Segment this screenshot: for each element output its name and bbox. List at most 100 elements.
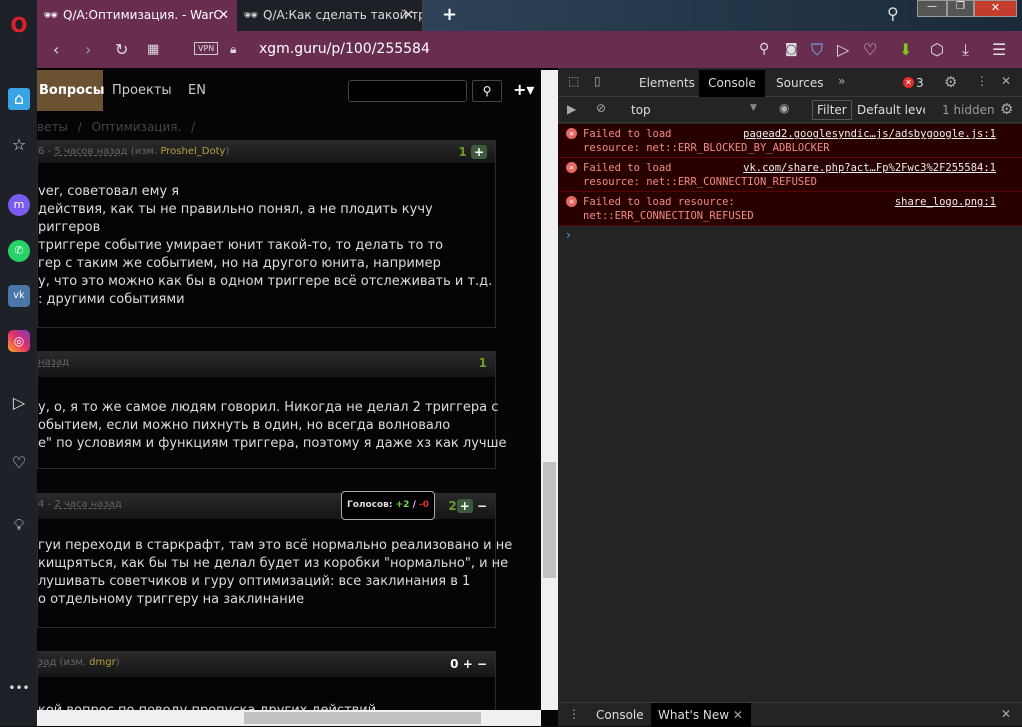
close-tab-icon[interactable]: ✕	[403, 0, 414, 31]
tab-active[interactable]: 🕶︎ Q/A:Оптимизация. - WarC ✕	[37, 0, 237, 31]
bookmarks-star-icon[interactable]: ☆	[8, 134, 30, 156]
zoom-icon[interactable]: ⚲	[759, 31, 769, 68]
heart-icon[interactable]: ♡	[8, 452, 30, 474]
post-body: гуи переходи в старкрафт, там это всё но…	[38, 538, 513, 607]
post-time[interactable]: назад	[38, 357, 69, 368]
scrollbar-thumb[interactable]	[244, 712, 481, 724]
tabs-grid-icon[interactable]: ▦	[147, 31, 159, 68]
search-button[interactable]: ⚲	[472, 80, 502, 102]
horizontal-scrollbar[interactable]	[37, 710, 541, 726]
new-tab-button[interactable]: +	[442, 4, 457, 25]
drawer-tab-console[interactable]: Console	[596, 708, 644, 722]
eye-icon[interactable]: ◉	[779, 101, 789, 115]
close-icon[interactable]: ✕	[733, 708, 743, 722]
home-icon[interactable]: ⌂	[8, 88, 30, 110]
downvote-button[interactable]: −	[477, 499, 487, 513]
drawer-tab-whats-new[interactable]: What's New ✕	[651, 703, 751, 727]
downvote-button[interactable]: −	[477, 657, 487, 671]
camera-icon[interactable]: ◙	[785, 31, 798, 68]
sidebar-toggle-icon[interactable]: ▶	[567, 102, 576, 116]
reload-icon[interactable]: ↻	[115, 31, 128, 68]
error-count[interactable]: 3	[916, 76, 924, 90]
lightbulb-icon[interactable]: 💡︎	[8, 514, 30, 536]
console-settings-icon[interactable]: ⚙	[1000, 100, 1013, 118]
more-tabs-button[interactable]: »	[838, 74, 845, 88]
messenger-icon[interactable]: m	[8, 194, 30, 216]
kebab-menu-icon[interactable]: ⋮	[976, 74, 988, 88]
log-level-select[interactable]: Default levels	[857, 103, 925, 117]
upvote-button[interactable]: +	[470, 145, 487, 159]
minimize-button[interactable]: —	[917, 0, 947, 17]
context-select[interactable]: top	[631, 103, 651, 117]
breadcrumb-item[interactable]: Оптимизация.	[92, 120, 182, 134]
post-body: ver, советовал ему я действия, как ты не…	[38, 184, 493, 307]
whatsapp-icon[interactable]: ✆	[8, 240, 30, 262]
scrollbar-thumb[interactable]	[543, 462, 556, 578]
vpn-badge[interactable]: VPN	[194, 42, 219, 55]
close-window-button[interactable]: ✕	[974, 0, 1017, 17]
back-icon[interactable]: ‹	[53, 31, 59, 68]
download-extension-icon[interactable]: ⬇	[899, 31, 912, 68]
devtools-toolbar: ⬚ ▯ Elements Console Sources » ✕ 3 ⚙ ⋮ ✕	[558, 68, 1022, 97]
downloads-icon[interactable]: ⤓	[962, 31, 969, 68]
tab-console[interactable]: Console	[699, 70, 765, 97]
console-prompt[interactable]: ›	[566, 228, 571, 242]
heart-icon[interactable]: ♡	[863, 31, 877, 68]
adblock-shield-icon[interactable]: ⛉	[811, 31, 823, 68]
tab[interactable]: 🕶︎ Q/A:Как сделать такой три ✕	[237, 0, 423, 31]
vertical-scrollbar[interactable]	[541, 70, 558, 710]
device-toggle-icon[interactable]: ▯	[594, 74, 601, 88]
cube-icon[interactable]: ⬡	[930, 31, 944, 68]
close-drawer-icon[interactable]: ✕	[1001, 707, 1011, 721]
error-icon: ✕	[566, 162, 577, 173]
chevron-down-icon[interactable]: ▼	[750, 103, 757, 113]
close-tab-icon[interactable]: ✕	[218, 0, 229, 31]
restore-button[interactable]: ❐	[947, 0, 974, 17]
clear-console-icon[interactable]: ⊘	[596, 101, 606, 115]
opera-logo-icon[interactable]: O	[8, 14, 30, 36]
forward-icon[interactable]: ›	[85, 31, 91, 68]
search-tabs-icon[interactable]: ⚲	[887, 4, 899, 23]
editor-link[interactable]: Proshel_Doty	[160, 146, 225, 157]
error-source-link[interactable]: share_logo.png:1	[895, 195, 996, 209]
url-field[interactable]: xgm.guru/p/100/255584	[259, 31, 430, 68]
add-menu-button[interactable]: +▾	[513, 80, 534, 99]
editor-link[interactable]: dmgr	[89, 657, 116, 668]
settings-sliders-icon[interactable]: ☰	[992, 31, 1006, 68]
vk-icon[interactable]: vk	[8, 285, 30, 307]
settings-gear-icon[interactable]: ⚙	[944, 73, 957, 91]
close-devtools-icon[interactable]: ✕	[1001, 74, 1011, 88]
nav-projects[interactable]: Проекты	[112, 70, 172, 111]
tab-elements[interactable]: Elements	[639, 76, 695, 90]
upvote-button[interactable]: +	[456, 499, 473, 513]
search-input[interactable]	[348, 80, 467, 102]
nav-language[interactable]: EN	[188, 70, 206, 111]
send-icon[interactable]: ▷	[8, 392, 30, 414]
post-header: зад (изм. dmgr) 0 + −	[38, 652, 495, 677]
instagram-icon[interactable]: ◎	[8, 330, 30, 352]
send-icon[interactable]: ▷	[837, 31, 849, 68]
console-toolbar: ▶ ⊘ top ▼ ◉ Filter Default levels 1 hidd…	[558, 97, 1022, 123]
error-source-link[interactable]: vk.com/share.php?act…Fp%2Fwc3%2F255584:1	[743, 161, 996, 175]
post-body: у, о, я то же самое людям говорил. Никог…	[38, 400, 507, 451]
breadcrumb: веты / Оптимизация. /	[37, 120, 195, 134]
inspect-icon[interactable]: ⬚	[568, 74, 579, 88]
tab-bar: 🕶︎ Q/A:Оптимизация. - WarC ✕ 🕶︎ Q/A:Как сде…	[37, 0, 1022, 31]
error-source-link[interactable]: pagead2.googlesyndic…js/adsbygoogle.js:1	[743, 127, 996, 141]
post-time[interactable]: 2 часа назад	[54, 499, 121, 510]
upvote-button[interactable]: +	[463, 657, 473, 671]
post-time[interactable]: зад	[38, 657, 56, 668]
browser-sidebar: O ⌂ ☆ m ✆ vk ◎ ▷ ♡ 💡︎ •••	[0, 0, 37, 726]
tab-sources[interactable]: Sources	[776, 76, 823, 90]
more-icon[interactable]: •••	[8, 677, 30, 699]
console-error: ✕ Failed to load resource: net::ERR_CONNEC…	[558, 158, 1022, 192]
post-header: 6 - 5 часов назад (изм. Proshel_Doty) 1 …	[38, 141, 495, 163]
post-time[interactable]: 5 часов назад	[54, 146, 127, 157]
breadcrumb-item[interactable]: веты	[37, 120, 68, 134]
nav-questions[interactable]: Вопросы	[37, 70, 105, 111]
filter-input[interactable]: Filter	[812, 100, 852, 120]
answer-post: 6 - 5 часов назад (изм. Proshel_Doty) 1 …	[37, 140, 496, 328]
drawer-menu-icon[interactable]: ⋮	[568, 707, 580, 721]
vote-count: 0	[450, 657, 459, 671]
lock-icon[interactable]: 🔒︎	[230, 31, 236, 68]
